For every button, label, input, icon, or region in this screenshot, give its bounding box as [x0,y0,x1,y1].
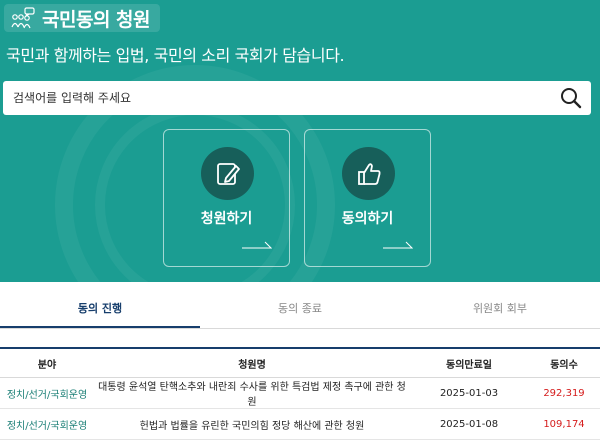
agree-petition-card[interactable]: 동의하기 [304,129,431,267]
agree-petition-label: 동의하기 [341,211,394,227]
search-input[interactable] [3,81,551,115]
petition-table: 분야 청원명 동의만료일 동의수 정치/선거/국회운영 대통령 윤석열 탄핵소추… [0,347,600,440]
row-expiry-date: 2025-01-03 [439,387,499,399]
header-petition-title: 청원명 [238,359,266,371]
tab-in-progress[interactable]: 동의 진행 [0,292,200,328]
row-agree-count: 292,319 [543,387,585,399]
people-speech-icon [11,7,35,29]
arrow-right-icon [383,241,413,249]
tab-committee-referral[interactable]: 위원회 회부 [400,292,600,328]
row-category[interactable]: 정치/선거/국회운영 [0,386,94,401]
arrow-right-icon [242,241,272,249]
edit-pen-icon [216,162,240,185]
row-expiry-date: 2025-01-08 [439,418,499,430]
row-petition-title[interactable]: 헌법과 법률을 유린한 국민의힘 정당 해산에 관한 청원 [94,417,410,432]
table-header: 분야 청원명 동의만료일 동의수 [0,347,600,378]
row-category[interactable]: 정치/선거/국회운영 [0,417,94,432]
create-petition-label: 청원하기 [200,211,253,227]
create-petition-card[interactable]: 청원하기 [163,129,290,267]
search-bar [3,81,591,115]
hero-subtitle: 국민과 함께하는 입법, 국민의 소리 국회가 담습니다. [6,46,345,65]
search-button[interactable] [551,81,591,115]
table-row[interactable]: 정치/선거/국회운영 대통령 윤석열 탄핵소추와 내란죄 수사를 위한 특검법 … [0,378,600,409]
tab-closed[interactable]: 동의 종료 [200,292,400,328]
table-row[interactable]: 정치/선거/국회운영 헌법과 법률을 유린한 국민의힘 정당 해산에 관한 청원… [0,409,600,440]
agree-petition-icon-circle [342,147,395,200]
row-petition-title[interactable]: 대통령 윤석열 탄핵소추와 내란죄 수사를 위한 특검법 제정 촉구에 관한 청… [94,378,410,408]
petition-status-tabs: 동의 진행 동의 종료 위원회 회부 [0,292,600,329]
thumbs-up-icon [357,162,380,185]
header-category: 분야 [37,359,57,371]
header-agree-count: 동의수 [550,359,578,371]
header-expiry-date: 동의만료일 [446,359,492,371]
hero-banner: 국민동의 청원 국민과 함께하는 입법, 국민의 소리 국회가 담습니다. 청원… [0,0,600,282]
create-petition-icon-circle [201,147,254,200]
brand-title: 국민동의 청원 [42,8,151,31]
search-icon [561,88,582,109]
brand-logo[interactable]: 국민동의 청원 [4,4,160,32]
row-agree-count: 109,174 [543,418,585,430]
